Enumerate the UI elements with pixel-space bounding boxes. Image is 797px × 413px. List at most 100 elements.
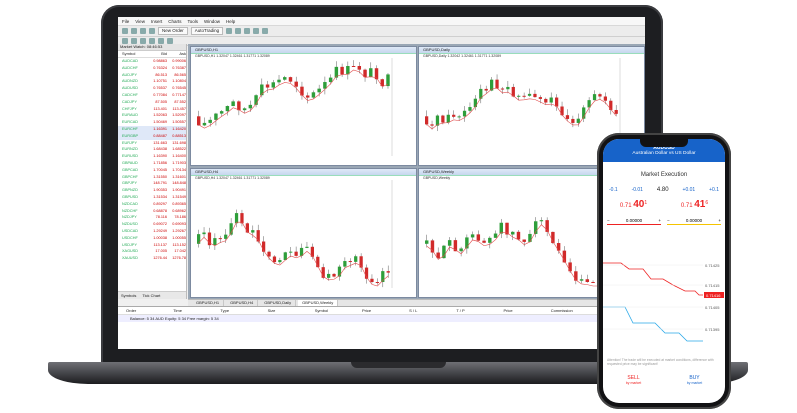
cell-sym: USDCHF	[122, 235, 138, 240]
list-item[interactable]: USDJPY 113.137 113.152	[118, 242, 186, 249]
cell-sym: GBPCAD	[122, 167, 139, 172]
cell-sym: CADJPY	[122, 99, 137, 104]
column-header[interactable]: Price	[362, 307, 409, 314]
col-ask[interactable]: Ask	[167, 51, 186, 57]
tab-tick-chart[interactable]: Tick Chart	[142, 292, 160, 299]
new-order-button[interactable]: New Order	[158, 27, 188, 35]
execution-type[interactable]: Market Execution	[603, 172, 725, 178]
column-header[interactable]: Commission	[551, 307, 598, 314]
cell-sym: NZDCHF	[122, 208, 138, 213]
candles-h4	[197, 180, 393, 288]
cell-sym: GBPAUD	[122, 160, 138, 165]
list-item[interactable]: AUDUSD 0.76537 0.76545	[118, 85, 186, 92]
list-item[interactable]: AUDJPY 86.513 86.565	[118, 72, 186, 79]
list-item[interactable]: EURCHF 1.16391 1.16420	[118, 125, 186, 133]
list-item[interactable]: EURNZD 1.68438 1.68522	[118, 146, 186, 153]
bar-chart-icon[interactable]	[226, 28, 233, 34]
cell-ask: 148.848	[172, 181, 186, 186]
list-item[interactable]: CADCHF 0.77084 0.77147	[118, 92, 186, 99]
col-symbol[interactable]: Symbol	[118, 51, 148, 57]
cell-bid: 1.90353	[153, 188, 167, 193]
stop-loss-field[interactable]: −0.00000 +	[607, 218, 661, 225]
list-item[interactable]: GBPAUD 1.71856 1.71903	[118, 160, 186, 167]
take-profit-field[interactable]: −0.00000 +	[667, 218, 721, 225]
list-item[interactable]: EURAUD 1.52063 1.52097	[118, 112, 186, 119]
column-header[interactable]: S / L	[409, 307, 456, 314]
autotrading-button[interactable]: AutoTrading	[190, 27, 224, 35]
list-item[interactable]: NZDJPY 78.116 78.186	[118, 214, 186, 221]
zoom-out-icon[interactable]	[262, 28, 269, 34]
cell-bid: 17.005	[155, 249, 167, 254]
list-item[interactable]: GBPJPY 148.791 148.848	[118, 180, 186, 187]
column-header[interactable]: Symbol	[315, 307, 362, 314]
column-header[interactable]: Type	[220, 307, 267, 314]
zoom-in-icon[interactable]	[253, 28, 260, 34]
list-item[interactable]: GBPUSD 1.31534 1.31549	[118, 194, 186, 201]
list-item[interactable]: EURJPY 131.663 131.698	[118, 140, 186, 147]
menu-item[interactable]: File	[122, 19, 129, 24]
market-watch-icon[interactable]	[140, 28, 146, 34]
chart-title: GBPUSD,H1	[191, 47, 416, 54]
list-item[interactable]: GBPCHF 1.31550 1.31601	[118, 174, 186, 181]
list-item[interactable]: NZDUSD 0.69072 0.69093	[118, 221, 186, 228]
list-item[interactable]: GBPCAD 1.70045 1.70134	[118, 167, 186, 174]
list-item[interactable]: XAGUSD 17.005 17.042	[118, 248, 186, 255]
volume-minus-0-01[interactable]: -0.01	[632, 187, 643, 193]
cell-sym: EURAUD	[122, 113, 139, 118]
col-bid[interactable]: Bid	[148, 51, 167, 57]
buy-button[interactable]: BUY by market	[687, 375, 702, 385]
list-item[interactable]: NZDCAD 0.89297 0.89365	[118, 201, 186, 208]
list-item[interactable]: CHFJPY 113.401 113.457	[118, 106, 186, 113]
chart-tabs: GBPUSD,H1 GBPUSD,H4 GBPUSD,Daily GBPUSD,…	[188, 299, 645, 306]
list-item[interactable]: AUDCHF 0.76324 0.76387	[118, 65, 186, 72]
volume-minus-0-1[interactable]: -0.1	[609, 187, 618, 193]
volume-value[interactable]: 4.80	[657, 187, 669, 193]
phone-screen: AUDUSD Australian Dollar vs US Dollar Ma…	[603, 139, 725, 403]
menu-item[interactable]: Help	[226, 19, 235, 24]
profiles-icon[interactable]	[131, 28, 137, 34]
column-header[interactable]: Order	[126, 307, 173, 314]
column-header[interactable]: Time	[173, 307, 220, 314]
menu-item[interactable]: View	[135, 19, 145, 24]
cell-bid: 87.505	[155, 99, 167, 104]
menu-item[interactable]: Tools	[187, 19, 198, 24]
menu-item[interactable]: Insert	[151, 19, 162, 24]
column-header[interactable]: T / P	[456, 307, 503, 314]
chart-area: GBPUSD,H1 GBPUSD,H1 1.32047 1.32461 1.31…	[188, 44, 645, 299]
cell-bid: 0.68878	[153, 208, 167, 213]
list-item[interactable]: USDCHF 1.00038 1.00055	[118, 235, 186, 242]
column-header[interactable]: Size	[268, 307, 315, 314]
chart-window-h4[interactable]: GBPUSD,H4 GBPUSD,H4 1.32047 1.32461 1.31…	[190, 168, 417, 298]
menu-item[interactable]: Charts	[168, 19, 181, 24]
column-header[interactable]: Price	[504, 307, 551, 314]
navigator-icon[interactable]	[149, 28, 155, 34]
line-chart-icon[interactable]	[244, 28, 251, 34]
cell-sym: EURNZD	[122, 147, 138, 152]
list-item[interactable]: USDCAD 1.29249 1.29267	[118, 228, 186, 235]
cell-ask: 1.71903	[172, 160, 186, 165]
list-item[interactable]: EURUSD 1.16390 1.16400	[118, 153, 186, 160]
list-item[interactable]: EURCAD 1.50469 1.50557	[118, 119, 186, 126]
menu-item[interactable]: Window	[204, 19, 220, 24]
axis-label: 0.71405	[705, 305, 720, 310]
sell-button[interactable]: SELL by market	[626, 375, 641, 385]
cell-bid: 1.29249	[153, 228, 167, 233]
candlestick-icon[interactable]	[235, 28, 242, 34]
tab-symbols[interactable]: Symbols	[121, 292, 136, 299]
new-chart-icon[interactable]	[122, 28, 128, 34]
cell-bid: 0.76324	[153, 65, 167, 70]
execution-warning: Attention! The trade will be executed at…	[607, 358, 714, 366]
cell-sym: CADCHF	[122, 92, 138, 97]
volume-plus-0-01[interactable]: +0.01	[683, 187, 696, 193]
chart-window-h1[interactable]: GBPUSD,H1 GBPUSD,H1 1.32047 1.32461 1.31…	[190, 46, 417, 166]
list-item[interactable]: GBPNZD 1.90353 1.90491	[118, 187, 186, 194]
list-item[interactable]: AUDCAD 0.98863 0.99006	[118, 58, 186, 65]
market-watch-rows: AUDCAD 0.98863 0.99006 AUDCHF 0.76324 0.76387…	[118, 58, 186, 262]
list-item[interactable]: AUDNZD 1.10751 1.10804	[118, 78, 186, 85]
volume-plus-0-1[interactable]: +0.1	[709, 187, 719, 193]
list-item[interactable]: EURGBP 0.88487 0.88513	[118, 132, 186, 140]
cell-sym: EURUSD	[122, 154, 139, 159]
list-item[interactable]: NZDCHF 0.68878 0.68962	[118, 208, 186, 215]
list-item[interactable]: CADJPY 87.505 87.552	[118, 99, 186, 106]
list-item[interactable]: XAUUSD 1276.44 1276.78	[118, 255, 186, 262]
